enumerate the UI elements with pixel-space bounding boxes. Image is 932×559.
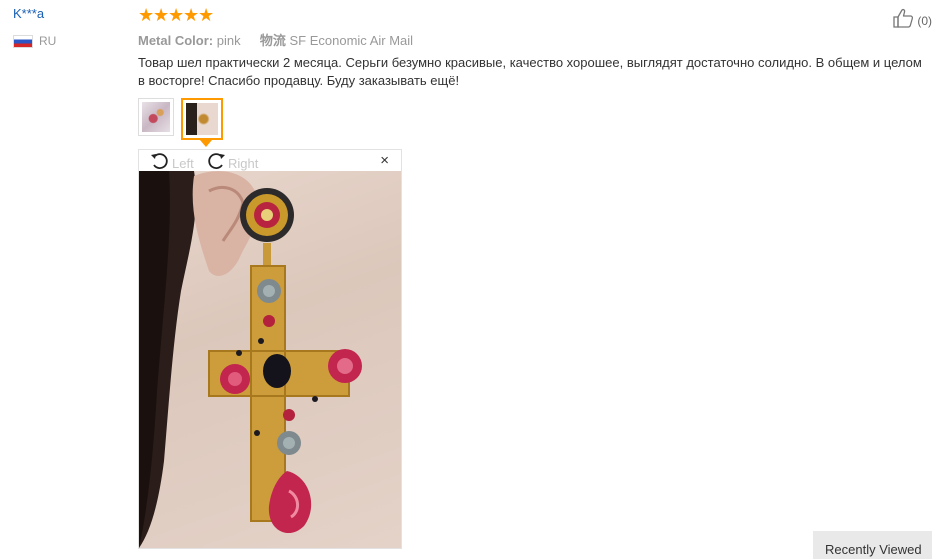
star-icon: ★ bbox=[198, 5, 215, 25]
helpful-button[interactable]: (0) bbox=[893, 8, 932, 33]
country-code: RU bbox=[39, 34, 57, 48]
close-icon[interactable]: × bbox=[380, 152, 389, 169]
review-thumbnails bbox=[138, 98, 230, 140]
star-icon: ★ bbox=[183, 5, 200, 25]
review-text: Товар шел практически 2 месяца. Серьги б… bbox=[138, 55, 922, 88]
flag-ru-icon bbox=[13, 34, 33, 48]
review-photo-thumbnail-selected[interactable] bbox=[181, 98, 223, 140]
metal-color-key: Metal Color: bbox=[138, 33, 214, 48]
star-icon: ★ bbox=[138, 5, 155, 25]
order-attributes: Metal Color: pink 物流 SF Economic Air Mai… bbox=[138, 30, 413, 49]
reviewer-name: K***a bbox=[13, 6, 45, 21]
metal-color-value: pink bbox=[216, 33, 241, 48]
helpful-count: (0) bbox=[917, 13, 932, 28]
reviewer-country: RU bbox=[13, 34, 56, 48]
shipping-value: SF Economic Air Mail bbox=[289, 33, 414, 48]
star-icon: ★ bbox=[153, 5, 170, 25]
star-icon: ★ bbox=[168, 5, 185, 25]
review-photo bbox=[139, 171, 401, 548]
selected-thumbnail-caret bbox=[200, 140, 212, 147]
thumbs-up-icon[interactable] bbox=[893, 8, 915, 33]
star-rating: ★ ★ ★ ★ ★ bbox=[138, 5, 215, 25]
review-photo-thumbnail[interactable] bbox=[138, 98, 174, 136]
rotate-left-label: Left bbox=[172, 156, 194, 171]
rotate-right-label: Right bbox=[228, 156, 259, 171]
viewer-toolbar: Left Right × bbox=[139, 150, 401, 171]
photo-viewer: Left Right × bbox=[138, 149, 402, 549]
review-item: K***a RU ★ ★ ★ ★ ★ Metal Color: pink 物流 … bbox=[0, 0, 932, 559]
recently-viewed-tab[interactable]: Recently Viewed bbox=[813, 531, 932, 559]
shipping-key: 物流 bbox=[259, 33, 286, 48]
